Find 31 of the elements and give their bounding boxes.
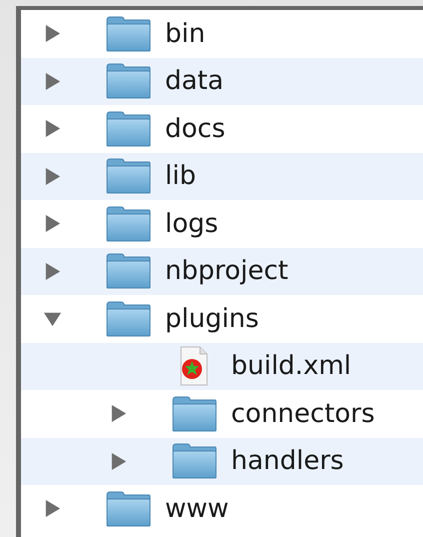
disclosure-triangle-icon[interactable] xyxy=(43,262,62,281)
folder-icon xyxy=(105,253,151,290)
tree-item-label[interactable]: connectors xyxy=(231,398,375,429)
folder-icon xyxy=(105,110,151,147)
tree-item-label[interactable]: lib xyxy=(165,161,196,192)
disclosure-triangle-icon[interactable] xyxy=(43,119,62,138)
folder-icon xyxy=(105,206,151,242)
folder-icon xyxy=(105,158,151,194)
disclosure-triangle-icon[interactable] xyxy=(43,499,62,518)
disclosure-triangle-icon[interactable] xyxy=(109,404,128,424)
disclosure-triangle-icon[interactable] xyxy=(43,24,62,44)
tree-item-label[interactable]: data xyxy=(165,66,224,96)
folder-icon xyxy=(171,396,217,432)
folder-icon xyxy=(105,490,151,527)
disclosure-triangle-icon[interactable] xyxy=(43,214,62,234)
folder-icon xyxy=(105,16,151,52)
folder-icon xyxy=(105,300,151,337)
tree-item-label[interactable]: build.xml xyxy=(231,351,352,382)
tree-item-label[interactable]: bin xyxy=(165,18,206,49)
tree-item-label[interactable]: docs xyxy=(165,114,226,144)
tree-item-label[interactable]: handlers xyxy=(231,446,344,476)
folder-icon xyxy=(105,63,151,100)
tree-item-label[interactable]: www xyxy=(165,494,229,524)
disclosure-triangle-icon[interactable] xyxy=(43,166,62,186)
folder-icon xyxy=(171,443,217,480)
tree-item-label[interactable]: nbproject xyxy=(165,256,288,286)
file-icon xyxy=(179,346,209,386)
tree-item-label[interactable]: plugins xyxy=(165,304,259,334)
tree-item-label[interactable]: logs xyxy=(165,208,218,239)
disclosure-triangle-icon[interactable] xyxy=(109,452,128,471)
disclosure-triangle-icon[interactable] xyxy=(43,72,62,91)
